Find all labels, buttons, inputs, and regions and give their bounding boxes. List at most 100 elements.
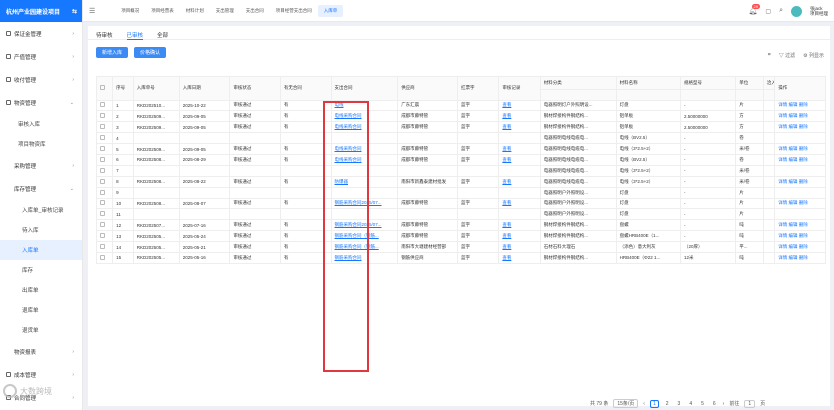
table-cell[interactable]: 钢筋采购合同（钢筋... <box>330 241 399 253</box>
table-cell[interactable] <box>774 186 826 199</box>
table-row[interactable]: 13 RKD202505... 2025-05-24 审核通过有钢筋采购合同（钢筋..… <box>95 230 826 243</box>
menu-project-stock[interactable]: 项目物资库 <box>0 134 82 154</box>
menu-return[interactable]: 退库单 <box>0 300 82 320</box>
page-5[interactable]: 5 <box>699 401 706 407</box>
table-cell[interactable] <box>774 132 826 145</box>
table-cell[interactable]: 查看 <box>498 121 541 134</box>
row-checkbox[interactable] <box>95 132 114 145</box>
table-cell[interactable] <box>330 132 399 145</box>
menu-review-in[interactable]: 审核入库 <box>0 114 82 134</box>
table-cell[interactable]: 钢筋采购合同2025/07... <box>330 197 399 210</box>
table-cell[interactable]: 钢筋采购合同2025/07... <box>330 219 399 232</box>
menu-in-review-log[interactable]: 入库单_审核记录 <box>0 200 82 220</box>
table-cell[interactable]: 电线采购合同 <box>330 143 399 155</box>
avatar[interactable] <box>791 5 802 17</box>
table-cell[interactable] <box>498 208 541 221</box>
bell-icon[interactable]: 🔔︎ 29 <box>749 4 760 15</box>
row-checkbox[interactable] <box>95 186 114 199</box>
table-row[interactable]: 1 RKD202510... 2025-10-22 审核通过有电线 广东汇晨 蓝字 查看 电器… <box>95 99 826 112</box>
col-invoice[interactable]: 扛票字 <box>456 76 500 101</box>
table-cell[interactable]: 查看 <box>498 251 541 264</box>
menu-pending-in[interactable]: 待入库 <box>0 220 82 240</box>
row-checkbox[interactable] <box>95 121 114 134</box>
menu-output[interactable]: 产值管理 › <box>0 45 82 68</box>
table-cell[interactable]: 钢筋采购合同 <box>330 251 399 264</box>
table-cell[interactable]: 详情 编辑 删除 <box>774 241 826 253</box>
row-checkbox[interactable] <box>95 251 114 264</box>
table-row[interactable]: 9 电器照明户外照明设... 灯盘 - 片 <box>95 186 826 199</box>
table-cell[interactable]: 详情 编辑 删除 <box>774 230 826 243</box>
row-checkbox[interactable] <box>95 197 114 210</box>
filter-button[interactable]: ▽ 过滤 <box>779 52 795 59</box>
col-contract[interactable]: 支出合同 <box>330 76 399 101</box>
table-cell[interactable] <box>498 132 541 145</box>
menu-toggle-icon[interactable]: ☰ <box>89 7 95 15</box>
table-row[interactable]: 14 RKD202505... 2025-05-21 审核通过有钢筋采购合同（钢筋..… <box>95 241 826 253</box>
table-row[interactable]: 6 RKD202508... 2025-08-29 审核通过有电线采购合同 成都市藤特管… <box>95 153 826 166</box>
table-cell[interactable]: 钢筋采购合同（钢筋... <box>330 230 399 243</box>
add-in-order-button[interactable]: 新增入库 <box>96 46 129 58</box>
col-date[interactable]: 入库日期 <box>178 76 231 101</box>
table-cell[interactable]: 详情 编辑 删除 <box>774 143 826 155</box>
row-checkbox[interactable] <box>95 164 114 177</box>
tab-pending[interactable]: 待审核 <box>96 31 113 40</box>
table-row[interactable]: 2 RKD202509... 2025-09-05 审核通过有电线采购合同 成都市藤特管… <box>95 110 826 123</box>
menu-deposit[interactable]: 保证金管理 › <box>0 22 82 45</box>
table-cell[interactable]: 查看 <box>498 99 541 112</box>
tab-expense[interactable]: 支出管理 <box>210 0 240 22</box>
table-cell[interactable] <box>498 164 541 177</box>
table-cell[interactable]: 详情 编辑 删除 <box>774 219 826 232</box>
export-icon[interactable]: ⌗ <box>768 52 771 59</box>
table-cell[interactable]: 查看 <box>498 241 541 253</box>
table-cell[interactable]: 电线采购合同 <box>330 153 399 166</box>
row-checkbox[interactable] <box>95 208 114 221</box>
collapse-icon[interactable]: ⇆ <box>72 8 77 15</box>
menu-purchase[interactable]: 采购管理 › <box>0 154 82 177</box>
tab-expense-contract[interactable]: 支出合同 <box>240 0 270 22</box>
col-review-status[interactable]: 审核状态 <box>229 76 281 101</box>
table-cell[interactable] <box>498 186 541 199</box>
table-cell[interactable]: 查看 <box>498 197 541 210</box>
tab-approved[interactable]: 已审核 <box>126 31 144 40</box>
table-row[interactable]: 12 RKD202507... 2025-07-16 审核通过有钢筋采购合同2025/… <box>95 219 826 232</box>
menu-materials[interactable]: 物资管理 ⌄ <box>0 91 82 114</box>
table-row[interactable]: 8 RKD202508... 2025-08-22 审核通过有防爆器 南阳市新鑫泰建材批… <box>95 175 826 188</box>
row-checkbox[interactable] <box>95 175 114 188</box>
row-checkbox[interactable] <box>95 153 114 166</box>
prev-page-icon[interactable]: ‹ <box>643 401 645 407</box>
price-confirm-button[interactable]: 价格确认 <box>134 46 167 58</box>
tab-in-order[interactable]: 入库单 <box>317 4 344 17</box>
tab-material-plan[interactable]: 材料计划 <box>180 0 210 22</box>
message-icon[interactable]: ▢ <box>765 8 771 15</box>
row-checkbox[interactable] <box>95 241 114 253</box>
table-cell[interactable]: 详情 编辑 删除 <box>774 251 826 264</box>
table-cell[interactable] <box>774 164 826 177</box>
row-checkbox[interactable] <box>95 219 114 232</box>
menu-stock[interactable]: 库存 <box>0 260 82 280</box>
menu-out-order[interactable]: 出库单 <box>0 280 82 300</box>
page-size-select[interactable]: 15条/页 <box>613 399 639 408</box>
tab-all[interactable]: 全部 <box>157 31 168 40</box>
table-cell[interactable]: 查看 <box>498 143 541 155</box>
page-1[interactable]: 1 <box>649 399 659 408</box>
table-cell[interactable]: 查看 <box>498 153 541 166</box>
tab-overview[interactable]: 项目概况 <box>115 0 145 22</box>
row-checkbox[interactable] <box>95 230 114 243</box>
menu-cost[interactable]: 成本管理 › <box>0 363 82 386</box>
table-cell[interactable]: 电线采购合同 <box>330 121 399 134</box>
table-cell[interactable]: 详情 编辑 删除 <box>774 110 826 123</box>
row-checkbox[interactable] <box>95 99 114 112</box>
col-has-contract[interactable]: 有无合同 <box>279 76 332 101</box>
page-2[interactable]: 2 <box>664 401 671 407</box>
table-cell[interactable] <box>774 208 826 221</box>
page-4[interactable]: 4 <box>687 401 694 407</box>
menu-payments[interactable]: 收付管理 › <box>0 68 82 91</box>
table-cell[interactable]: 电线 <box>330 99 399 112</box>
table-cell[interactable]: 查看 <box>498 110 541 123</box>
col-review-log[interactable]: 审核记录 <box>498 76 541 101</box>
table-row[interactable]: 3 RKD202509... 2025-09-05 审核通过有电线采购合同 成都市藤特管… <box>95 121 826 134</box>
table-cell[interactable]: 详情 编辑 删除 <box>774 153 826 166</box>
table-cell[interactable]: 详情 编辑 删除 <box>774 175 826 188</box>
next-page-icon[interactable]: › <box>723 401 725 407</box>
table-cell[interactable] <box>330 164 399 177</box>
